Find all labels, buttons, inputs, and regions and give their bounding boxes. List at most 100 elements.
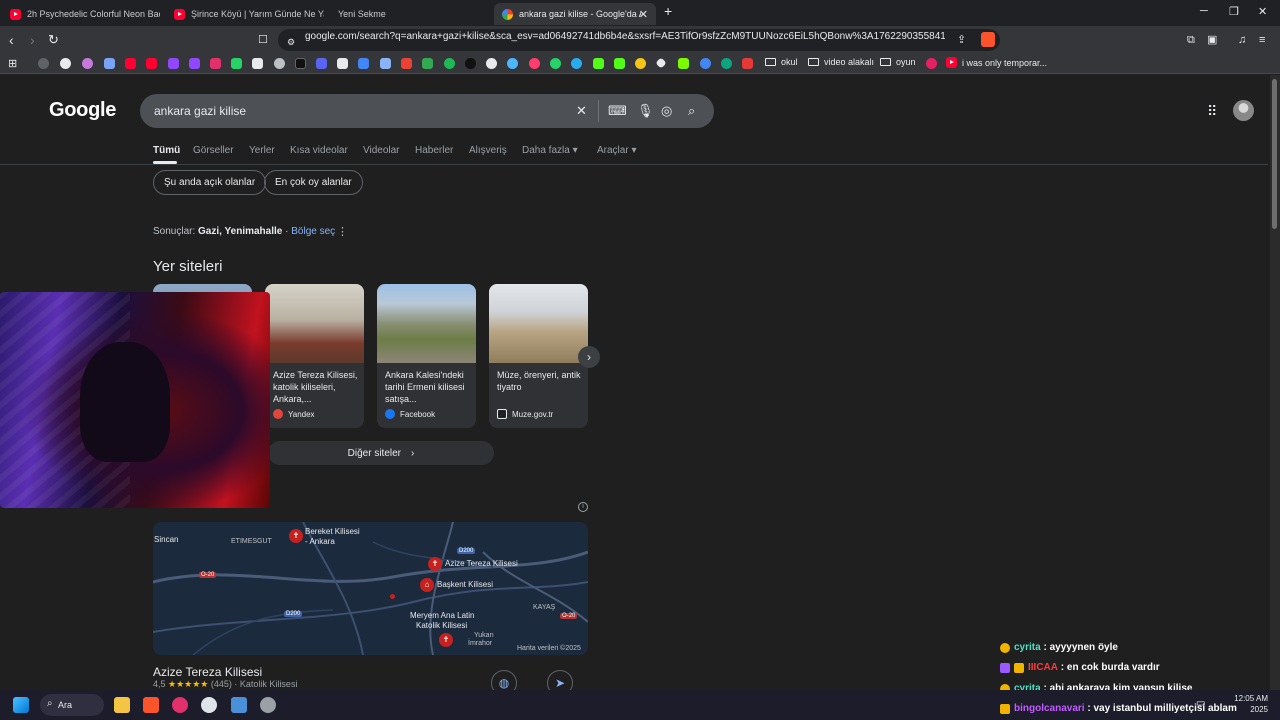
browser-tab[interactable]: Şirince Köyü | Yarım Günde Ne Yapılı (166, 3, 324, 25)
site-card[interactable]: Azize Tereza Kilisesi, katolik kiliseler… (265, 284, 364, 428)
sidebar-icon[interactable]: ▣ (1207, 31, 1217, 49)
close-tab-icon[interactable]: ✕ (639, 8, 648, 21)
scrollbar[interactable] (1270, 75, 1280, 690)
bookmark-folder[interactable]: oyun (880, 57, 916, 67)
discord-bookmark-icon[interactable] (316, 58, 327, 69)
whatsapp-bookmark-icon[interactable] (550, 58, 561, 69)
apps-icon[interactable]: ⊞ (8, 57, 17, 70)
youtube-bookmark-icon[interactable] (146, 58, 157, 69)
bookmark-icon[interactable] (104, 58, 115, 69)
media-player-icon[interactable] (172, 697, 188, 713)
gmail-bookmark-icon[interactable] (401, 58, 412, 69)
more-options-icon[interactable]: ⋮ (337, 225, 348, 238)
bookmark-folder[interactable]: okul (765, 57, 798, 67)
more-sites-button[interactable]: Diğer siteler › (268, 441, 494, 465)
church-pin-icon[interactable]: ✝ (289, 529, 303, 543)
google-apps-icon[interactable]: ⠿ (1207, 103, 1217, 120)
bookmark-icon[interactable] (231, 58, 242, 69)
tab-more[interactable]: Daha fazla ▾ (522, 145, 578, 156)
bookmark-icon[interactable] (700, 58, 711, 69)
tab-tools[interactable]: Araçlar ▾ (597, 145, 637, 156)
github-bookmark-icon[interactable] (486, 58, 497, 69)
history-icon[interactable] (38, 58, 49, 69)
bookmark-icon[interactable] (274, 58, 285, 69)
clear-search-icon[interactable]: ✕ (576, 103, 587, 119)
church-pin-icon[interactable]: ✝ (428, 557, 442, 571)
choose-region-link[interactable]: Bölge seç (291, 226, 335, 237)
avatar[interactable] (1233, 100, 1254, 121)
map[interactable]: Sincan ETIMESGUT ✝ Bereket Kilisesi - An… (153, 522, 588, 655)
google-bookmark-icon[interactable] (60, 58, 71, 69)
taskbar-search[interactable]: ⌕ Ara (40, 694, 104, 716)
bookmark-icon[interactable] (337, 58, 348, 69)
microphone-icon[interactable]: 🎙 (637, 103, 654, 119)
menu-icon[interactable]: ≡ (1259, 31, 1265, 49)
browser-tab-active[interactable]: ankara gazi kilise - Google'da Ar ✕ (494, 3, 656, 25)
telegram-bookmark-icon[interactable] (571, 58, 582, 69)
twitch-bookmark-icon[interactable] (168, 58, 179, 69)
info-icon[interactable]: i (578, 502, 588, 512)
reload-icon[interactable]: ↻ (48, 31, 59, 49)
minimize-icon[interactable]: ─ (1200, 5, 1208, 17)
extensions-icon[interactable]: ⧉ (1187, 31, 1195, 49)
bookmark-item[interactable]: i was only temporar... (946, 57, 1047, 68)
bookmark-icon[interactable] (529, 58, 540, 69)
app-icon[interactable] (260, 697, 276, 713)
bookmark-icon[interactable] (82, 58, 93, 69)
tab-news[interactable]: Haberler (415, 145, 453, 156)
tab-shopping[interactable]: Alışveriş (469, 145, 507, 156)
back-icon[interactable]: ‹ (9, 31, 14, 49)
maximize-icon[interactable]: ❐ (1229, 5, 1239, 18)
website-button[interactable]: ◍ (491, 670, 517, 690)
new-tab-icon[interactable]: + (664, 3, 672, 19)
close-window-icon[interactable]: ✕ (1258, 5, 1267, 18)
windows-start-icon[interactable] (13, 697, 29, 713)
app-icon[interactable] (201, 697, 217, 713)
app-icon[interactable] (231, 697, 247, 713)
place-title[interactable]: Azize Tereza Kilisesi (153, 665, 262, 679)
bookmark-icon[interactable]: ☐ (258, 31, 268, 49)
google-logo[interactable]: Google (49, 99, 116, 122)
site-info-icon[interactable]: ⚙ (287, 33, 295, 51)
youtube-bookmark-icon[interactable] (125, 58, 136, 69)
site-card[interactable]: Müze, örenyeri, antik tiyatro Muze.gov.t… (489, 284, 588, 428)
church-pin-icon[interactable]: ⌂ (420, 578, 434, 592)
bookmark-icon[interactable] (358, 58, 369, 69)
browser-tab[interactable]: Yeni Sekme (330, 3, 480, 25)
directions-button[interactable]: ➤ (547, 670, 573, 690)
twitch-bookmark-icon[interactable] (189, 58, 200, 69)
drive-bookmark-icon[interactable] (422, 58, 433, 69)
spotify-bookmark-icon[interactable] (444, 58, 455, 69)
kick-bookmark-icon[interactable] (593, 58, 604, 69)
x-bookmark-icon[interactable] (252, 58, 263, 69)
share-icon[interactable]: ⇪ (957, 31, 966, 49)
brave-shield-icon[interactable] (981, 32, 995, 47)
instagram-bookmark-icon[interactable] (210, 58, 221, 69)
tab-images[interactable]: Görseller (193, 145, 234, 156)
site-card[interactable]: Ankara Kalesi'ndeki tarihi Ermeni kilise… (377, 284, 476, 428)
filter-chip-top-rated[interactable]: En çok oy alanlar (264, 170, 363, 195)
browser-tab[interactable]: 2h Psychedelic Colorful Neon Backgr (2, 3, 160, 25)
bookmark-icon[interactable] (635, 58, 646, 69)
scrollbar-thumb[interactable] (1272, 79, 1277, 229)
filter-chip-open-now[interactable]: Şu anda açık olanlar (153, 170, 267, 195)
url-text[interactable]: google.com/search?q=ankara+gazi+kilise&s… (305, 31, 945, 42)
bookmark-icon[interactable] (380, 58, 391, 69)
search-icon[interactable]: ⌕ (688, 103, 695, 119)
bookmark-icon[interactable] (507, 58, 518, 69)
forward-icon[interactable]: › (30, 31, 35, 49)
bookmark-icon[interactable] (655, 57, 667, 69)
tab-places[interactable]: Yerler (249, 145, 275, 156)
file-explorer-icon[interactable] (114, 697, 130, 713)
church-pin-icon[interactable]: ✝ (439, 633, 453, 647)
carousel-next-button[interactable]: › (578, 346, 600, 368)
bookmark-icon[interactable] (926, 58, 937, 69)
tab-short-videos[interactable]: Kısa videolar (290, 145, 348, 156)
bookmark-icon[interactable] (742, 58, 753, 69)
lens-icon[interactable]: ◎ (661, 103, 672, 119)
chatgpt-bookmark-icon[interactable] (721, 58, 732, 69)
bookmark-icon[interactable] (678, 58, 689, 69)
search-input[interactable]: ankara gazi kilise (154, 104, 246, 118)
tab-all[interactable]: Tümü (153, 145, 180, 156)
tiktok-bookmark-icon[interactable] (295, 58, 306, 69)
